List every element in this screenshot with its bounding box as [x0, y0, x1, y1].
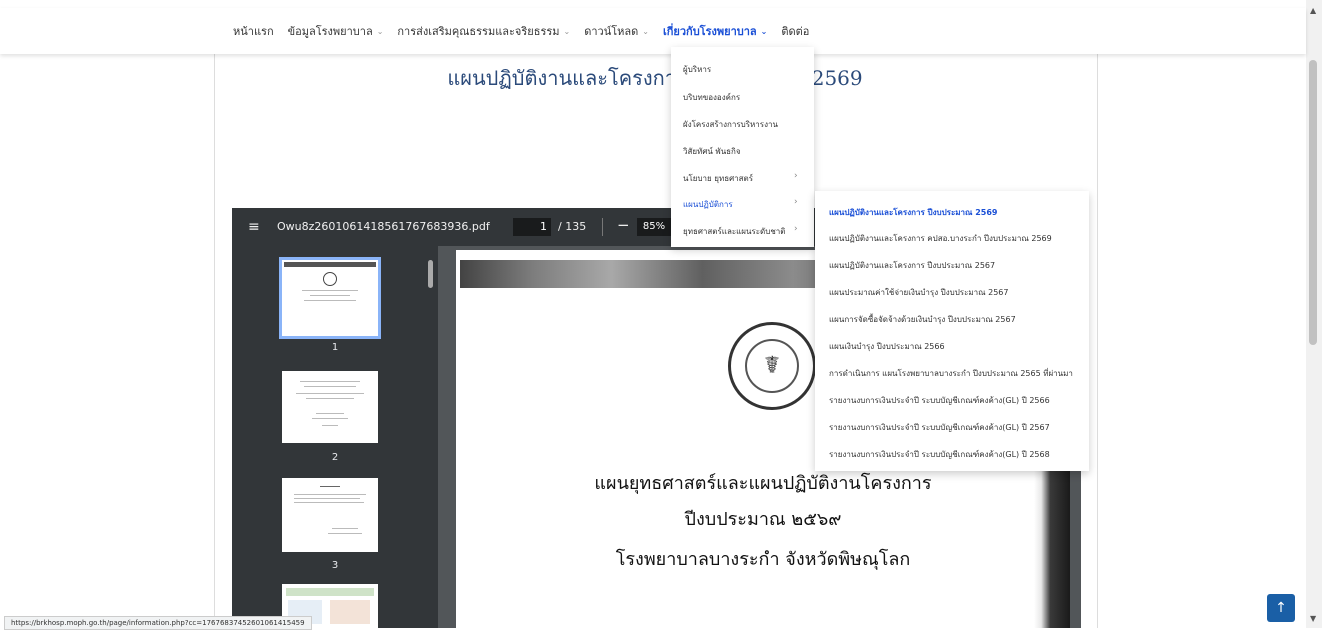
nav-item-ethics[interactable]: การส่งเสริมคุณธรรมและจริยธรรม ⌄: [397, 22, 570, 40]
submenu-item[interactable]: รายงานงบการเงินประจำปี ระบบบัญชีเกณฑ์คงค…: [829, 448, 1050, 461]
zoom-out-button[interactable]: −: [617, 216, 630, 234]
content-border-left: [214, 54, 215, 628]
caduceus-icon: ☤: [763, 351, 781, 379]
chevron-right-icon: ›: [794, 171, 798, 181]
nav-item-label: การส่งเสริมคุณธรรมและจริยธรรม: [397, 25, 560, 38]
scrollbar-thumb[interactable]: [1309, 60, 1317, 345]
nav-item-home[interactable]: หน้าแรก: [233, 22, 274, 40]
doc-title-line-3: โรงพยาบาลบางระกำ จังหวัดพิษณุโลก: [615, 549, 911, 570]
nav-item-download[interactable]: ดาวน์โหลด ⌄: [584, 22, 649, 40]
content-border-right: [1097, 54, 1098, 628]
thumbnail-page-1[interactable]: [279, 257, 381, 339]
nav-item-label: ดาวน์โหลด: [584, 25, 639, 38]
doc-title-line-1: แผนยุทธศาสตร์และแผนปฏิบัติงานโครงการ: [594, 473, 932, 494]
back-to-top-button[interactable]: ↑: [1267, 594, 1295, 622]
about-dropdown-menu: ผู้บริหาร บริบทขององค์กร ผังโครงสร้างการ…: [671, 47, 814, 247]
submenu-item[interactable]: รายงานงบการเงินประจำปี ระบบบัญชีเกณฑ์คงค…: [829, 421, 1050, 434]
doc-title-line-2: ปีงบประมาณ ๒๕๖๙: [684, 509, 842, 530]
pdf-filename: Owu8z2601061418561767683936.pdf: [277, 220, 490, 233]
chevron-down-icon: ⌄: [563, 26, 571, 36]
toolbar-divider: [602, 218, 603, 236]
chevron-down-icon: ⌄: [760, 26, 768, 36]
submenu-item[interactable]: รายงานงบการเงินประจำปี ระบบบัญชีเกณฑ์คงค…: [829, 394, 1050, 407]
menu-item-context[interactable]: บริบทขององค์กร: [683, 91, 740, 104]
chevron-right-icon: ›: [794, 197, 798, 207]
nav-item-label: ข้อมูลโรงพยาบาล: [287, 25, 373, 38]
submenu-item[interactable]: การดำเนินการ แผนโรงพยาบาลบางระกำ ปีงบประ…: [829, 367, 1073, 380]
nav-item-contact[interactable]: ติดต่อ: [781, 22, 809, 40]
submenu-item[interactable]: แผนปฏิบัติงานและโครงการ ปีงบประมาณ 2567: [829, 259, 995, 272]
chevron-down-icon: ⌄: [642, 26, 649, 36]
menu-item-vision[interactable]: วิสัยทัศน์ พันธกิจ: [683, 145, 741, 158]
submenu-item[interactable]: แผนเงินบำรุง ปีงบประมาณ 2566: [829, 340, 945, 353]
thumbnail-page-3[interactable]: [282, 478, 378, 552]
scroll-down-icon[interactable]: ▼: [1310, 614, 1316, 623]
sidebar-scrollbar[interactable]: [428, 260, 433, 288]
thumbnail-number: 2: [331, 452, 339, 463]
menu-item-national-strategy[interactable]: ยุทธศาสตร์และแผนระดับชาติ: [683, 225, 785, 238]
hospital-seal: ☤: [728, 322, 816, 410]
thumbnail-number: 3: [331, 560, 339, 571]
page-total: / 135: [558, 220, 587, 233]
nav-item-about[interactable]: เกี่ยวกับโรงพยาบาล ⌄: [663, 22, 767, 40]
seal-inner: ☤: [745, 339, 799, 393]
submenu-item[interactable]: แผนปฏิบัติงานและโครงการ ปีงบประมาณ 2569: [829, 206, 998, 219]
chevron-right-icon: ›: [794, 224, 798, 234]
submenu-item[interactable]: แผนปฏิบัติงานและโครงการ คปสอ.บางระกำ ปีง…: [829, 232, 1052, 245]
menu-item-org-chart[interactable]: ผังโครงสร้างการบริหารงาน: [683, 118, 778, 131]
pdf-thumbnail-sidebar: 1 2 3: [232, 246, 438, 628]
nav-item-label: หน้าแรก: [233, 25, 274, 38]
page: หน้าแรก ข้อมูลโรงพยาบาล ⌄ การส่งเสริมคุณ…: [0, 0, 1306, 628]
page-scrollbar[interactable]: ▲ ▼: [1306, 0, 1322, 628]
submenu-item[interactable]: แผนประมาณค่าใช้จ่ายเงินบำรุง ปีงบประมาณ …: [829, 286, 1008, 299]
menu-item-action-plan[interactable]: แผนปฏิบัติการ: [683, 198, 733, 211]
chevron-down-icon: ⌄: [376, 26, 384, 36]
zoom-level-input[interactable]: 85%: [637, 218, 671, 236]
scroll-up-icon[interactable]: ▲: [1310, 6, 1316, 15]
thumbnail-number: 1: [331, 342, 339, 353]
page-title: แผนปฏิบัติงานและโครงการ ปีงบประมาณ 2569: [447, 66, 863, 90]
nav-item-label: ติดต่อ: [781, 25, 810, 38]
page-number-input[interactable]: 1: [513, 218, 551, 236]
menu-item-policy[interactable]: นโยบาย ยุทธศาสตร์: [683, 172, 753, 185]
nav-item-label: เกี่ยวกับโรงพยาบาล: [663, 25, 757, 38]
top-navbar: หน้าแรก ข้อมูลโรงพยาบาล ⌄ การส่งเสริมคุณ…: [0, 8, 1306, 54]
thumbnail-page-2[interactable]: [282, 371, 378, 443]
action-plan-submenu: แผนปฏิบัติงานและโครงการ ปีงบประมาณ 2569 …: [815, 191, 1089, 471]
submenu-item[interactable]: แผนการจัดซื้อจัดจ้างด้วยเงินบำรุง ปีงบปร…: [829, 313, 1016, 326]
nav-item-hospital-info[interactable]: ข้อมูลโรงพยาบาล ⌄: [288, 22, 384, 40]
menu-icon[interactable]: ≡: [248, 219, 260, 235]
menu-item-executives[interactable]: ผู้บริหาร: [683, 63, 711, 76]
